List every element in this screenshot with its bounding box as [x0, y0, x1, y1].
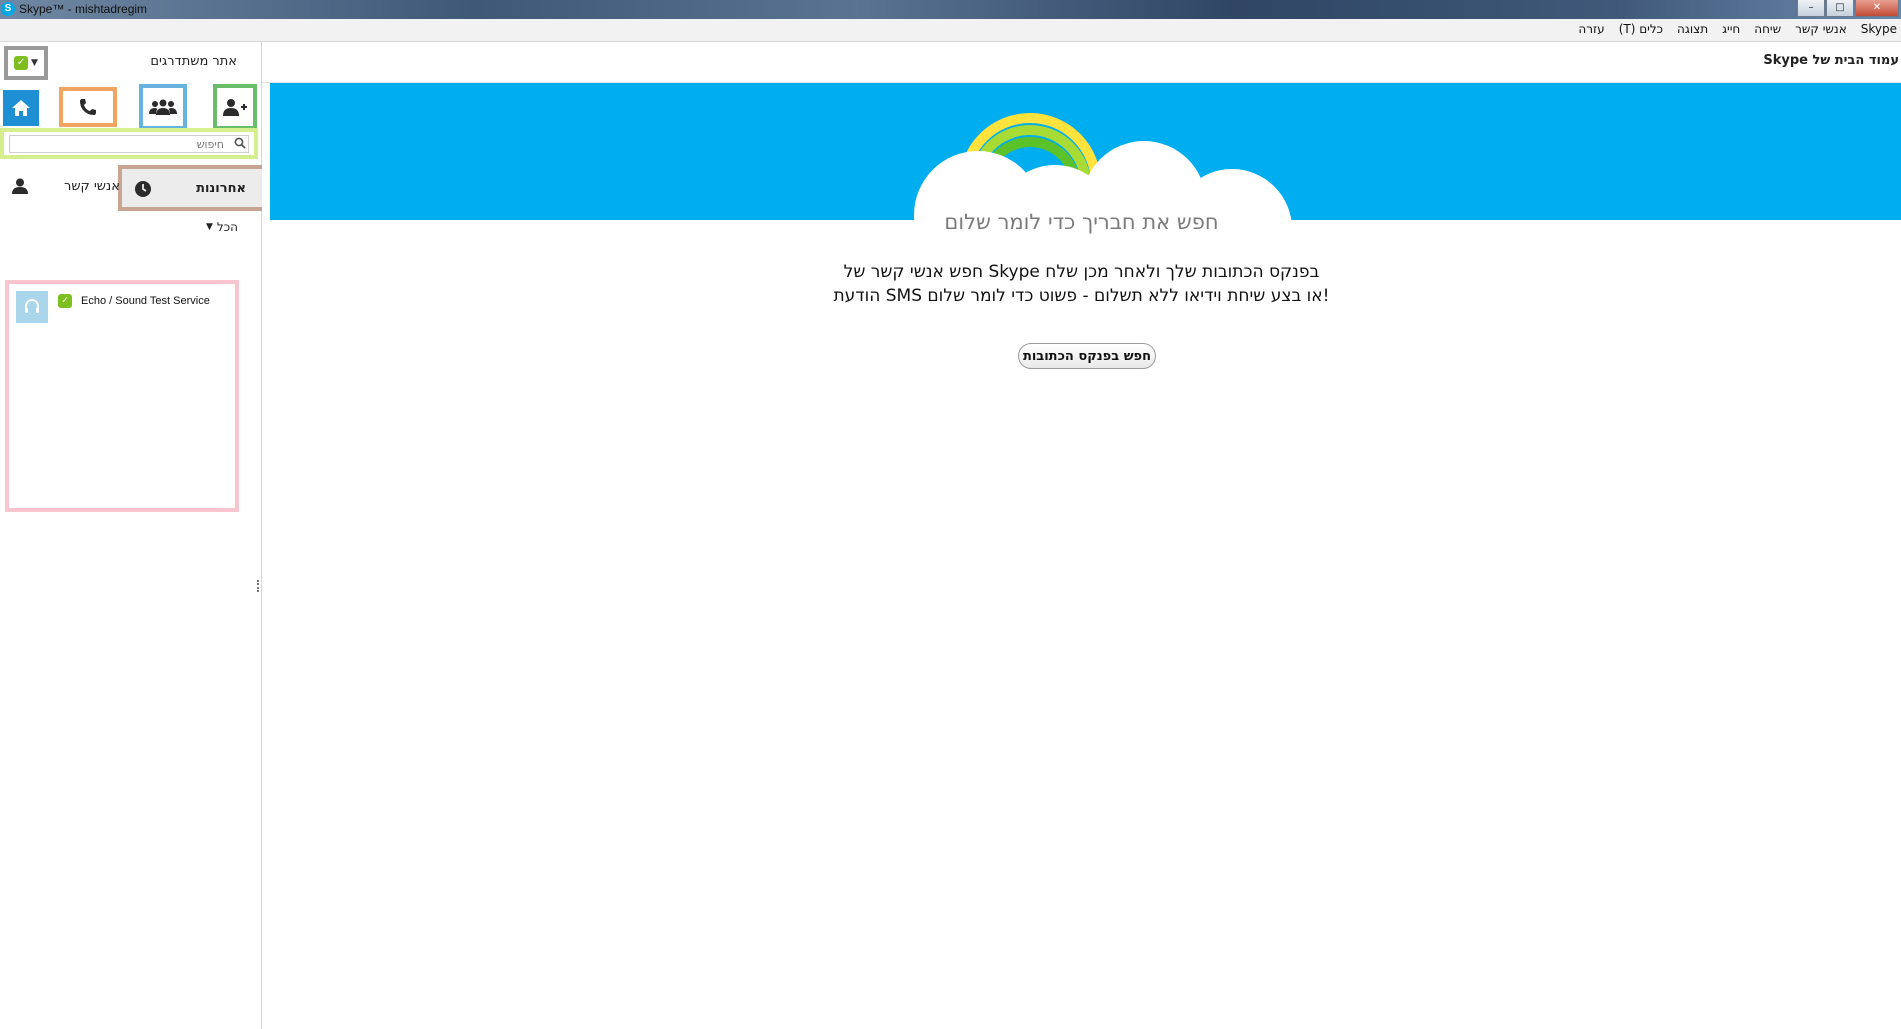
- online-status-icon: ✓: [14, 56, 29, 70]
- main-pane: עמוד הבית של Skype חפש את חבריך כדי לומר…: [262, 42, 1901, 1029]
- close-button[interactable]: ✕: [1855, 0, 1899, 17]
- menu-bar: Skype אנשי קשר שיחה חייג תצוגה כלים (T) …: [0, 19, 1901, 42]
- tab-recent-label: אחרונות: [196, 181, 246, 196]
- tab-recent[interactable]: אחרונות: [118, 165, 266, 211]
- menu-tools[interactable]: כלים (T): [1619, 22, 1663, 36]
- maximize-button[interactable]: □: [1826, 0, 1854, 17]
- search-address-book-button[interactable]: חפש בפנקס הכתובות: [1018, 343, 1156, 369]
- contact-name: Echo / Sound Test Service: [81, 295, 210, 307]
- title-bar: S Skype™ - mishtadregim – □ ✕: [0, 0, 1901, 19]
- welcome-headline: חפש את חבריך כדי לומר שלום: [944, 210, 1219, 234]
- chevron-down-icon: ▼: [206, 222, 213, 232]
- home-icon: [12, 100, 30, 116]
- create-group-button[interactable]: [139, 84, 187, 130]
- description-line-1: בפנקס הכתובות שלך ולאחר מכן שלח Skype חפ…: [843, 262, 1320, 282]
- filter-label: הכל: [216, 220, 238, 234]
- add-contact-button[interactable]: [213, 84, 257, 130]
- home-button[interactable]: [3, 90, 39, 126]
- person-icon: [12, 178, 28, 194]
- search-icon: [234, 137, 246, 149]
- group-icon: [149, 99, 177, 115]
- rainbow-clouds-illustration: [914, 113, 1292, 220]
- add-contact-icon: [223, 99, 247, 116]
- clock-icon: [135, 181, 151, 197]
- call-phone-button[interactable]: [59, 87, 117, 127]
- pane-splitter-handle[interactable]: [257, 580, 261, 592]
- tab-contacts[interactable]: אנשי קשר: [64, 179, 120, 194]
- profile-name[interactable]: אתר משתדרגים: [150, 54, 237, 69]
- phone-icon: [80, 99, 96, 115]
- menu-view[interactable]: תצוגה: [1677, 22, 1708, 36]
- menu-help[interactable]: עזרה: [1578, 22, 1604, 36]
- skype-logo-icon: S: [1, 2, 15, 16]
- menu-call[interactable]: חייג: [1722, 22, 1740, 36]
- description-line-2: !או בצע שיחת וידיאו ללא תשלום - פשוט כדי…: [833, 286, 1330, 306]
- minimize-button[interactable]: –: [1797, 0, 1825, 17]
- list-item[interactable]: ✓ Echo / Sound Test Service: [13, 288, 235, 323]
- menu-skype[interactable]: Skype: [1861, 22, 1897, 36]
- status-button[interactable]: ✓ ▼: [4, 46, 48, 80]
- search-box: [0, 128, 258, 159]
- menu-conversation[interactable]: שיחה: [1754, 22, 1781, 36]
- contacts-filter-dropdown[interactable]: הכל ▼: [206, 220, 238, 234]
- search-input[interactable]: [9, 135, 249, 153]
- page-title: עמוד הבית של Skype: [1763, 53, 1899, 68]
- online-status-icon: ✓: [58, 294, 72, 308]
- welcome-description: בפנקס הכתובות שלך ולאחר מכן שלח Skype חפ…: [262, 260, 1901, 308]
- sidebar: ✓ ▼ אתר משתדרגים חיפוש אחרונות אנשי קשר …: [0, 42, 266, 1029]
- headset-icon: [25, 299, 39, 313]
- avatar: [16, 291, 48, 323]
- menu-contacts[interactable]: אנשי קשר: [1795, 22, 1847, 36]
- chevron-down-icon: ▼: [31, 58, 38, 68]
- contacts-list: ✓ Echo / Sound Test Service: [5, 280, 239, 512]
- window-title: Skype™ - mishtadregim: [19, 2, 148, 16]
- welcome-banner: [270, 83, 1901, 220]
